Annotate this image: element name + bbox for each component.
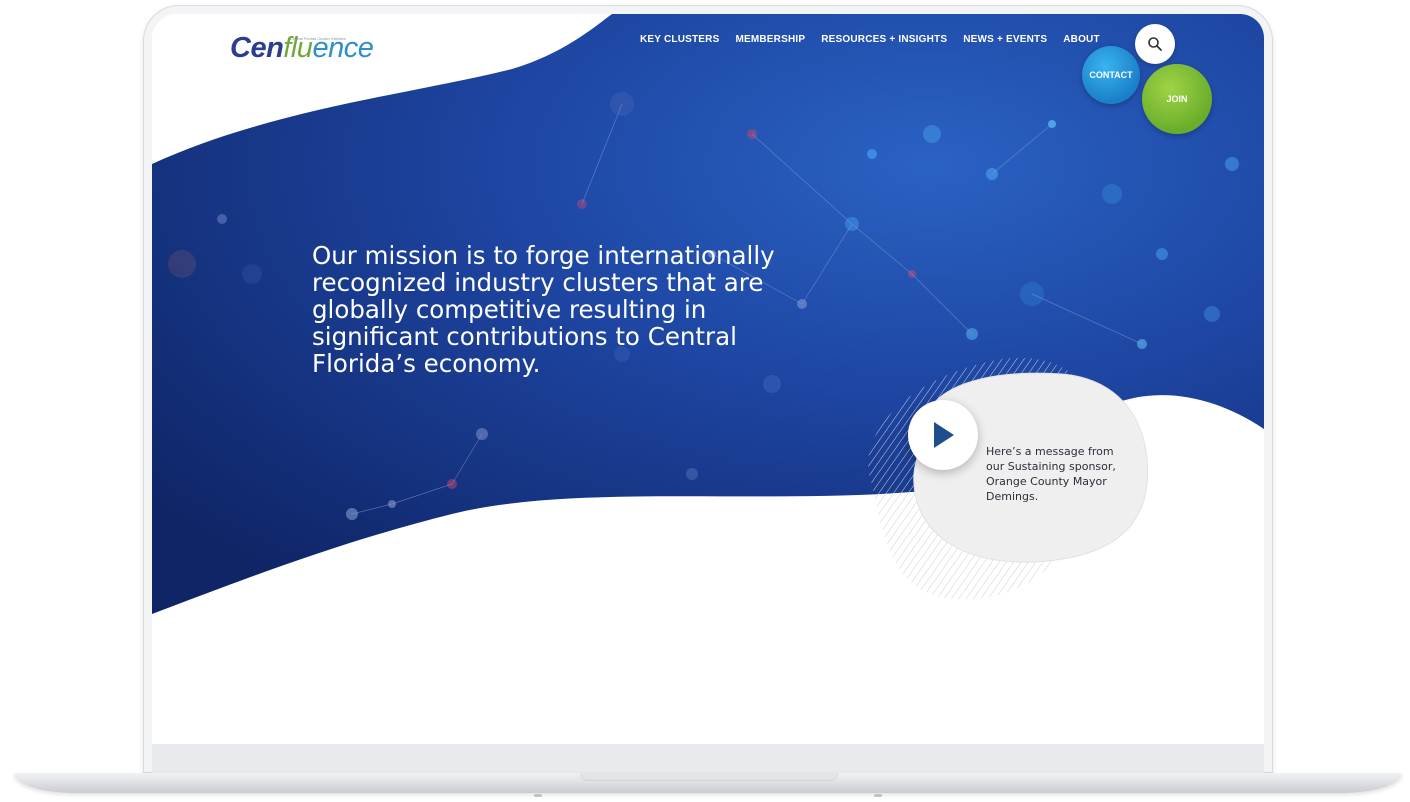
- join-button[interactable]: JOIN: [1142, 64, 1212, 134]
- nav-item-news-events[interactable]: NEWS + EVENTS: [963, 34, 1047, 45]
- nav-item-about[interactable]: ABOUT: [1063, 34, 1100, 45]
- nav-item-membership[interactable]: MEMBERSHIP: [735, 34, 805, 45]
- video-play-button[interactable]: [908, 400, 978, 470]
- logo-tagline: Central Florida Cluster Initiative: [290, 36, 346, 41]
- mission-statement: Our mission is to forge internationally …: [312, 241, 775, 378]
- hero-background: [152, 14, 1264, 614]
- search-icon: [1148, 37, 1162, 51]
- play-icon: [934, 422, 954, 448]
- logo-main: Cen: [230, 32, 284, 64]
- laptop-notch: [580, 773, 838, 781]
- laptop-foot-right: [874, 794, 882, 797]
- nav-item-key-clusters[interactable]: KEY CLUSTERS: [640, 34, 719, 45]
- main-nav: KEY CLUSTERS MEMBERSHIP RESOURCES + INSI…: [640, 34, 1116, 45]
- sponsor-message: Here’s a message from our Sustaining spo…: [986, 445, 1116, 503]
- screen-chin: [152, 744, 1264, 773]
- laptop-foot-left: [534, 794, 542, 797]
- nav-item-resources-insights[interactable]: RESOURCES + INSIGHTS: [821, 34, 947, 45]
- contact-button[interactable]: CONTACT: [1082, 46, 1140, 104]
- browser-viewport: Cenfluence Central Florida Cluster Initi…: [152, 14, 1264, 744]
- search-button[interactable]: [1135, 24, 1175, 64]
